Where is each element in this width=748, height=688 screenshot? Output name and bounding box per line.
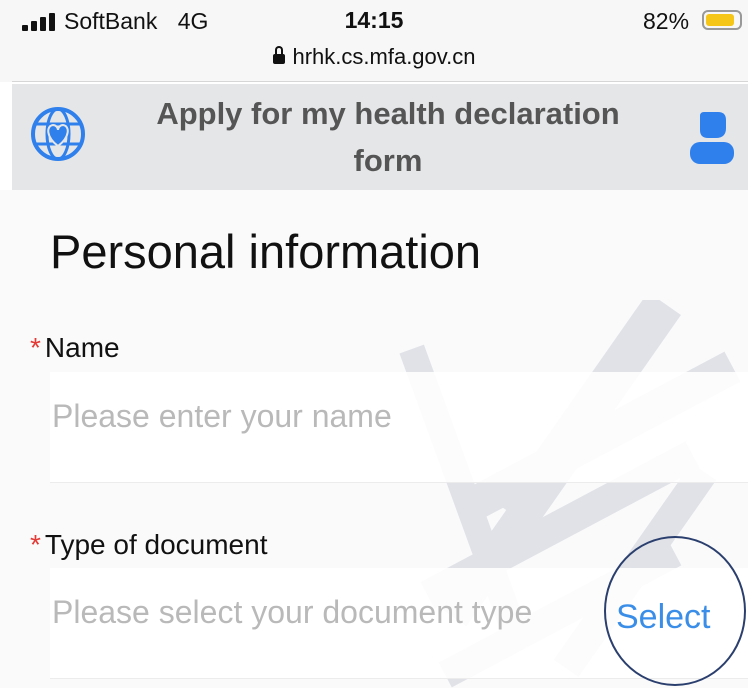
address-bar[interactable]: hrhk.cs.mfa.gov.cn [0, 44, 748, 70]
required-asterisk: * [30, 332, 41, 363]
document-type-label-text: Type of document [44, 529, 268, 560]
name-input-placeholder: Please enter your name [52, 398, 392, 434]
battery-percent: 82% [643, 8, 690, 34]
document-type-placeholder: Please select your document type [52, 594, 533, 630]
document-type-label: * Type of document [30, 529, 267, 561]
lock-icon [272, 46, 285, 64]
battery-icon [702, 10, 742, 30]
url-text: hrhk.cs.mfa.gov.cn [292, 44, 476, 69]
user-icon[interactable] [688, 110, 736, 166]
name-label: * Name [30, 332, 120, 364]
title-line-2: form [353, 143, 423, 178]
app-header: Apply for my health declaration form [12, 84, 748, 190]
globe-heart-icon[interactable] [28, 104, 88, 164]
section-title: Personal information [50, 225, 482, 278]
clock: 14:15 [344, 7, 404, 33]
page-title: Apply for my health declaration form [128, 90, 648, 184]
highlight-circle [604, 536, 746, 686]
status-bar: SoftBank 4G 14:15 82% hrhk.cs.mfa.gov.cn [0, 0, 748, 82]
name-label-text: Name [44, 332, 120, 363]
divider [12, 81, 748, 82]
name-field[interactable]: Please enter your name [50, 372, 748, 483]
title-line-1: Apply for my health declaration [156, 96, 620, 131]
required-asterisk: * [30, 529, 41, 560]
